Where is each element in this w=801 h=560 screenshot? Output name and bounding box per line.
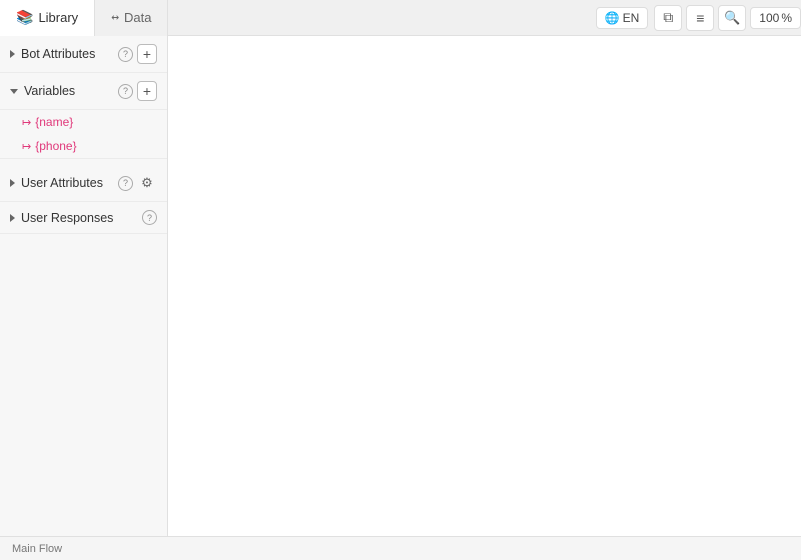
zoom-level-display[interactable]: 100%: [750, 7, 801, 29]
bot-attributes-label: Bot Attributes: [21, 47, 114, 61]
variables-help-icon[interactable]: ?: [118, 84, 133, 99]
main-flow-label: Main Flow: [12, 543, 62, 555]
main-layout: Bot Attributes ? + Variables ? + ↦ {name…: [0, 36, 801, 536]
globe-icon: 🌐: [605, 11, 620, 25]
bot-attributes-section[interactable]: Bot Attributes ? +: [0, 36, 167, 73]
variable-phone-item[interactable]: ↦ {phone}: [0, 134, 167, 158]
library-icon: 📚: [16, 9, 33, 26]
variables-header[interactable]: Variables ? +: [0, 73, 167, 110]
variables-label: Variables: [24, 84, 114, 98]
list-icon: ≡: [696, 10, 704, 26]
zoom-icon: 🔍: [724, 10, 740, 26]
variables-section: Variables ? + ↦ {name} ↦ {phone}: [0, 73, 167, 159]
variables-chevron-icon: [10, 89, 18, 94]
user-responses-help-icon[interactable]: ?: [142, 210, 157, 225]
list-button[interactable]: ≡: [686, 5, 714, 31]
variables-add-button[interactable]: +: [137, 81, 157, 101]
canvas-area: [168, 36, 801, 536]
zoom-level-label: 100: [759, 11, 779, 25]
bot-attributes-add-button[interactable]: +: [137, 44, 157, 64]
user-attributes-label: User Attributes: [21, 176, 114, 190]
sidebar: Bot Attributes ? + Variables ? + ↦ {name…: [0, 36, 168, 536]
bot-attributes-chevron-icon: [10, 50, 15, 58]
user-attributes-chevron-icon: [10, 179, 15, 187]
language-label: EN: [623, 11, 640, 25]
zoom-in-button[interactable]: 🔍: [718, 5, 746, 31]
tab-library[interactable]: 📚 Library: [0, 0, 95, 36]
copy-icon: ⧉: [663, 9, 673, 26]
user-responses-label: User Responses: [21, 211, 138, 225]
tab-library-label: Library: [38, 10, 78, 25]
variable-arrow-icon: ↦: [22, 116, 31, 129]
variable-phone-label: {phone}: [35, 139, 76, 153]
variable-name-label: {name}: [35, 115, 73, 129]
user-attributes-help-icon[interactable]: ?: [118, 176, 133, 191]
language-button[interactable]: 🌐 EN: [596, 7, 649, 29]
copy-button[interactable]: ⧉: [654, 5, 682, 31]
bottom-bar: Main Flow: [0, 536, 801, 560]
data-icon: ↔: [111, 10, 119, 25]
header-row: 📚 Library ↔ Data 🌐 EN ⧉ ≡ 🔍 100%: [0, 0, 801, 36]
variable-name-item[interactable]: ↦ {name}: [0, 110, 167, 134]
user-responses-chevron-icon: [10, 214, 15, 222]
tab-data[interactable]: ↔ Data: [95, 0, 168, 36]
user-attributes-gear-button[interactable]: ⚙: [137, 173, 157, 193]
user-responses-section[interactable]: User Responses ?: [0, 202, 167, 234]
bot-attributes-help-icon[interactable]: ?: [118, 47, 133, 62]
user-attributes-section[interactable]: User Attributes ? ⚙: [0, 165, 167, 202]
variable-phone-arrow-icon: ↦: [22, 140, 31, 153]
tab-data-label: Data: [124, 10, 151, 25]
